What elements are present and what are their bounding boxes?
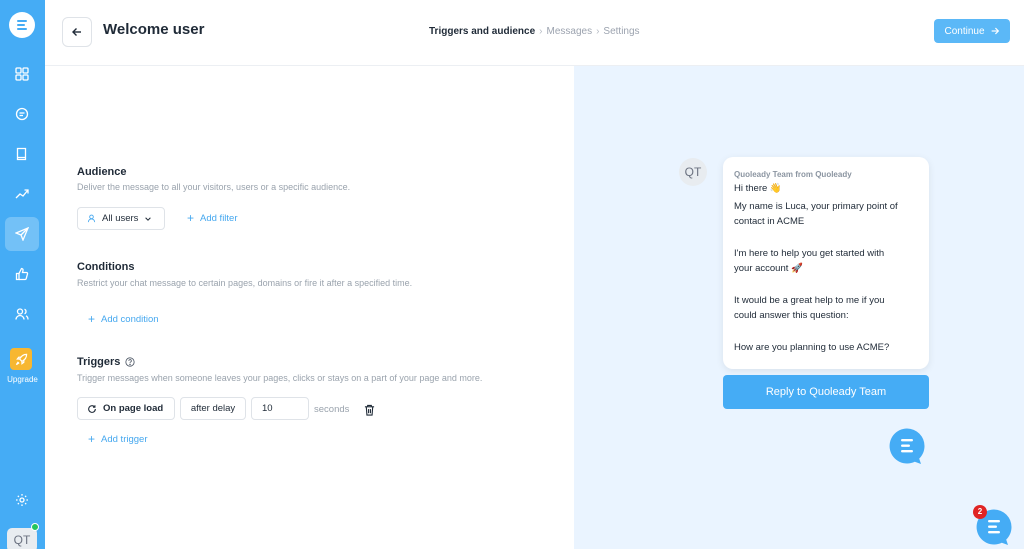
sidebar-item-reports[interactable] [5,177,39,211]
add-trigger-button[interactable]: + Add trigger [88,432,148,446]
sender-avatar: QT [679,158,707,186]
chat-bubble-icon [889,428,925,464]
message-preview-card: Quoleady Team from Quoleady Hi there 👋 M… [723,157,929,369]
sidebar-item-contacts[interactable] [5,297,39,331]
chat-icon [15,107,29,121]
sidebar-item-dashboard[interactable] [5,57,39,91]
message-line: Hi there 👋 [734,183,782,194]
trash-icon [364,404,375,416]
conditions-description: Restrict your chat message to certain pa… [77,278,413,288]
delay-unit: seconds [314,404,350,415]
trigger-event-value: On page load [103,403,164,414]
sidebar-item-messages[interactable] [5,217,39,251]
message-line: your account 🚀 [734,263,803,274]
step-triggers-and-audience[interactable]: Triggers and audience [429,26,535,37]
upgrade-label: Upgrade [7,375,38,384]
arrow-left-icon [72,28,81,36]
add-filter-button[interactable]: + Add filter [187,211,238,225]
upgrade-button[interactable] [10,348,32,370]
page-header: Welcome user Triggers and audience › Mes… [45,0,1024,66]
trigger-event-select[interactable]: On page load [77,397,175,420]
continue-button[interactable]: Continue [934,19,1010,43]
message-line: I'm here to help you get started with [734,248,885,259]
triggers-description: Trigger messages when someone leaves you… [77,373,483,383]
back-button[interactable] [62,17,92,47]
sidebar-item-knowledge-base[interactable] [5,137,39,171]
chevron-down-icon [145,216,152,221]
breadcrumb: Triggers and audience › Messages › Setti… [429,26,640,37]
refresh-icon [88,404,96,413]
conditions-title-text: Conditions [77,261,135,273]
add-condition-label: Add condition [101,314,159,325]
arrow-right-icon [991,27,999,35]
message-line: could answer this question: [734,310,849,321]
send-icon [15,227,29,241]
thumbs-up-icon [15,267,29,281]
triggers-title: Triggers [77,356,135,368]
message-line: My name is Luca, your primary point of [734,201,898,212]
delay-input[interactable]: 10 [251,397,309,420]
trigger-timing-value: after delay [190,403,236,414]
help-circle-icon[interactable] [125,357,135,367]
message-sender: Quoleady Team from Quoleady [734,170,852,179]
audience-select-value: All users [102,213,139,224]
user-icon [87,214,96,223]
step-settings[interactable]: Settings [603,26,639,37]
settings-button[interactable] [5,483,39,517]
message-line: It would be a great help to me if you [734,295,885,306]
reply-button[interactable]: Reply to Quoleady Team [723,375,929,409]
plus-icon: + [187,211,195,225]
audience-title: Audience [77,166,127,178]
message-line: contact in ACME [734,216,805,227]
gear-icon [16,494,28,506]
step-messages[interactable]: Messages [547,26,593,37]
sidebar: Upgrade [0,0,45,549]
continue-label: Continue [944,25,985,37]
app-logo-icon[interactable] [9,12,35,38]
conditions-title: Conditions [77,261,134,273]
add-condition-button[interactable]: + Add condition [88,312,159,326]
add-trigger-label: Add trigger [101,434,148,445]
user-avatar[interactable]: QT [7,528,37,549]
notification-badge: 2 [973,505,987,519]
chevron-right-icon: › [539,26,543,37]
book-icon [16,147,27,161]
sidebar-item-conversations[interactable] [5,97,39,131]
reply-label: Reply to Quoleady Team [765,386,887,398]
rocket-icon [15,353,27,365]
grid-icon [15,67,29,81]
online-status-indicator [31,523,39,531]
plus-icon: + [88,312,96,326]
page-title: Welcome user [103,21,205,38]
delete-trigger-button[interactable] [364,403,375,421]
message-line: How are you planning to use ACME? [734,342,890,353]
triggers-title-text: Triggers [77,356,121,368]
plus-icon: + [88,432,96,446]
users-icon [15,308,29,320]
trigger-timing-select[interactable]: after delay [180,397,246,420]
delay-input-value: 10 [262,403,273,414]
preview-chat-launcher [888,427,926,465]
audience-title-text: Audience [77,166,127,178]
chevron-right-icon: › [596,26,600,37]
sidebar-item-feedback[interactable] [5,257,39,291]
audience-select[interactable]: All users [77,207,165,230]
add-filter-label: Add filter [200,213,238,224]
audience-description: Deliver the message to all your visitors… [77,182,351,192]
trending-icon [15,189,29,199]
